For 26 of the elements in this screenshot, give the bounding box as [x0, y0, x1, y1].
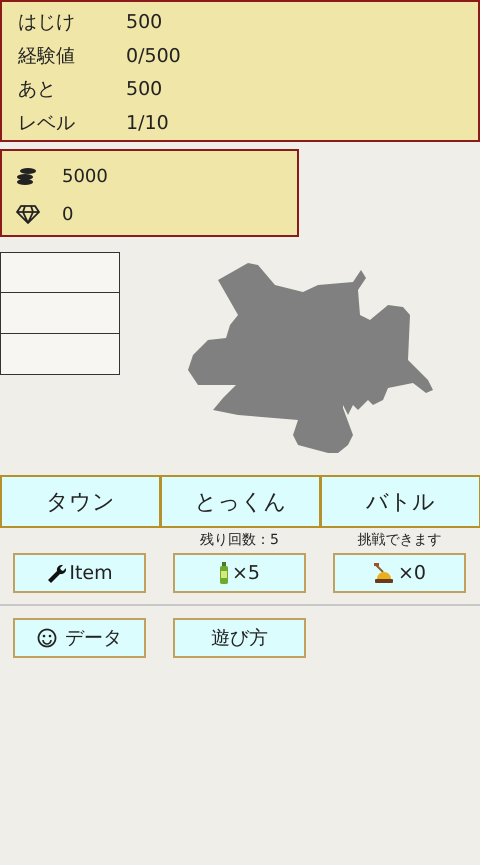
coins-icon: [16, 166, 38, 186]
menu-button[interactable]: 遊び方: [173, 618, 306, 658]
stat-label: 経験値: [18, 44, 76, 69]
wrench-icon: [46, 563, 66, 583]
tab[interactable]: バトル: [320, 475, 480, 528]
status-note: 挑戦できます: [358, 531, 442, 549]
menu-button[interactable]: データ: [13, 618, 146, 658]
action-button[interactable]: Item: [13, 553, 146, 593]
stat-label: レベル: [18, 111, 76, 136]
stat-value: 0/500: [126, 44, 181, 67]
tab[interactable]: とっくん: [160, 475, 321, 528]
bottle-icon: [218, 562, 229, 584]
gem-count: 0: [62, 204, 74, 224]
diamond-icon: [16, 204, 40, 224]
tab[interactable]: タウン: [0, 475, 161, 528]
action-button[interactable]: ×0: [333, 553, 466, 593]
stat-value: 500: [126, 10, 162, 33]
status-note: 残り回数：5: [200, 531, 279, 549]
smiley-icon: [37, 628, 57, 648]
stat-label: はじけ: [18, 10, 76, 35]
stat-value: 1/10: [126, 112, 169, 134]
stat-value: 500: [126, 78, 162, 100]
action-button[interactable]: ×5: [173, 553, 306, 593]
coin-count: 5000: [62, 166, 108, 186]
stat-label: あと: [18, 77, 57, 102]
bell-icon: [372, 562, 395, 584]
